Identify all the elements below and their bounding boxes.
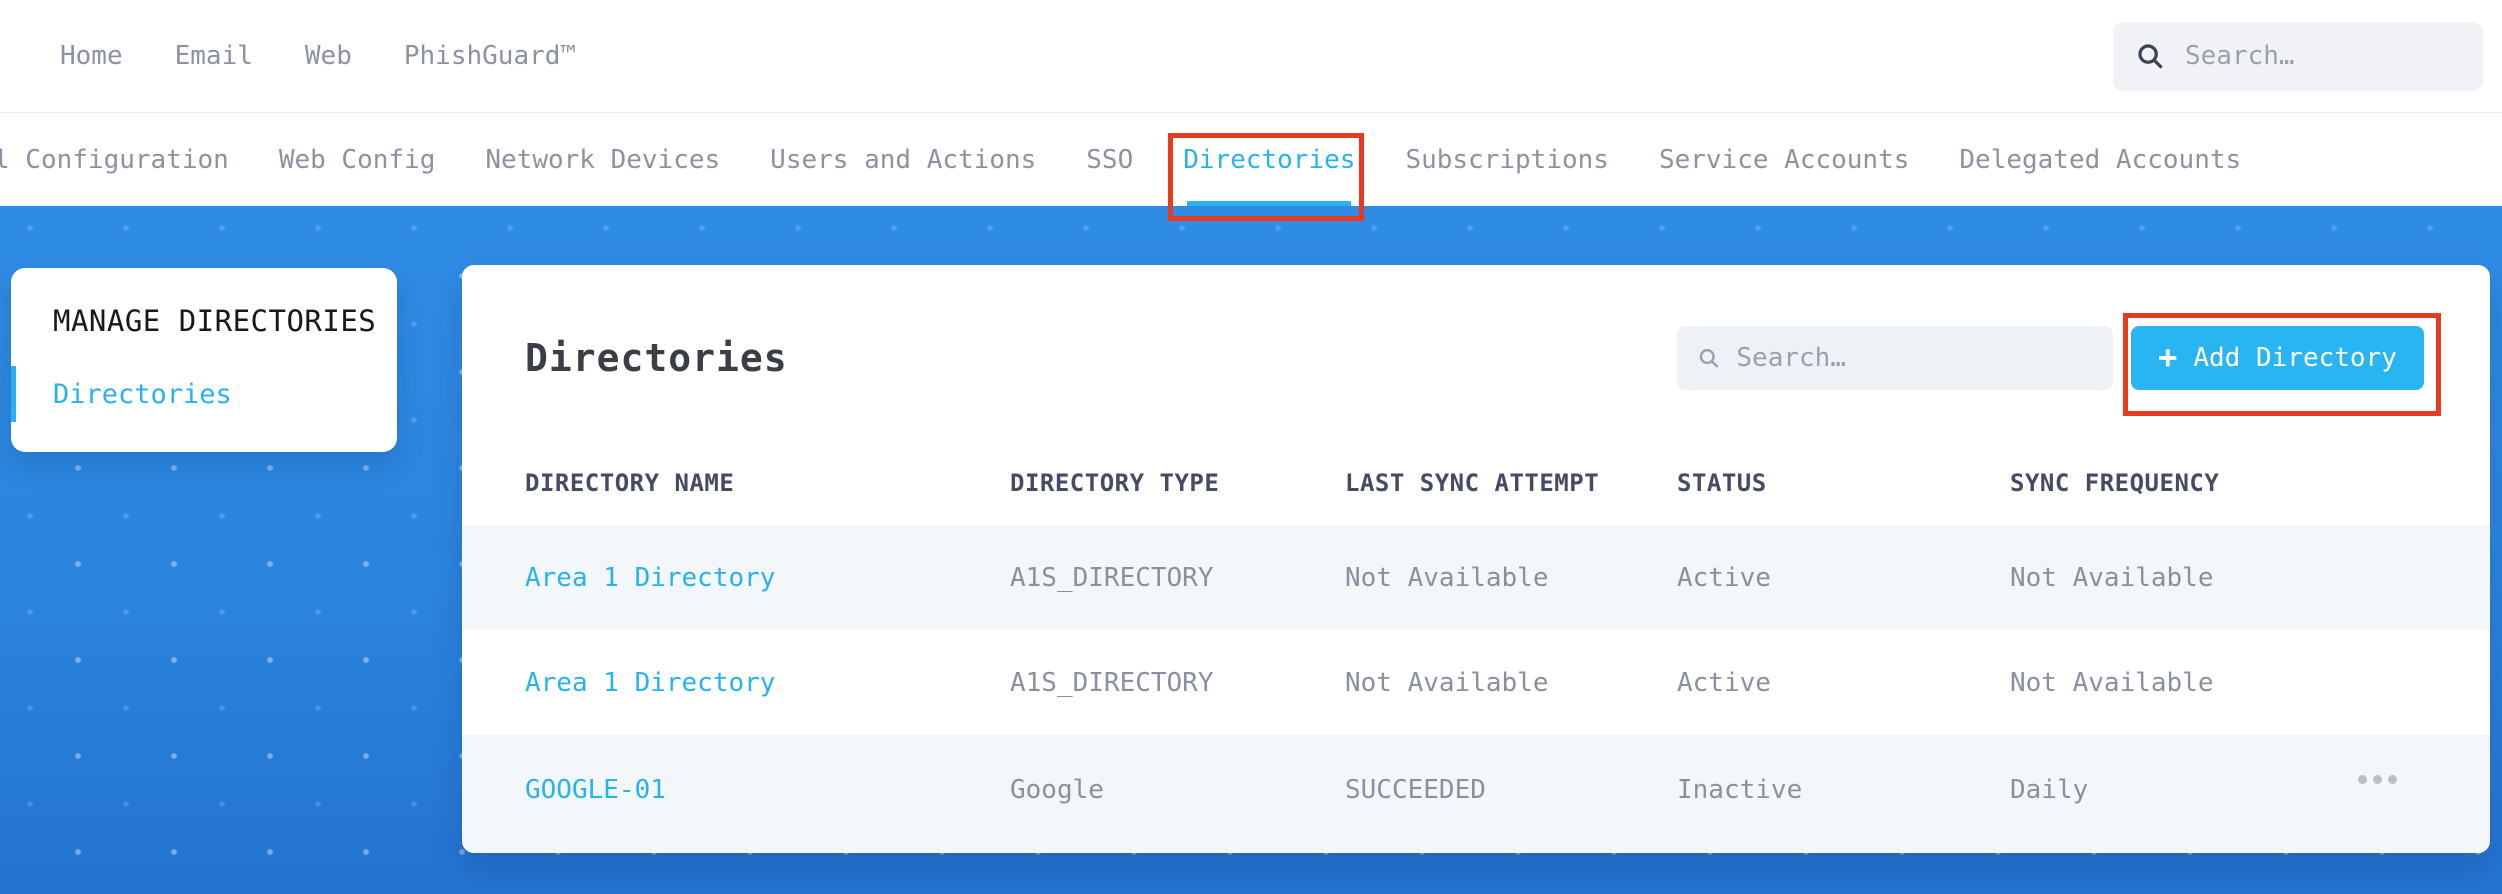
page-title: Directories [525, 335, 788, 380]
add-directory-button-label: Add Directory [2193, 342, 2397, 373]
directory-name-link[interactable]: Area 1 Directory [525, 668, 1010, 698]
last-sync-cell: Not Available [1345, 667, 1549, 698]
column-header-sync-frequency: SYNC FREQUENCY [2010, 468, 2220, 497]
column-header-directory-name: DIRECTORY NAME [525, 468, 735, 497]
search-icon [2138, 44, 2163, 69]
tab-network-devices[interactable]: Network Devices [485, 113, 720, 206]
last-sync-cell: SUCCEEDED [1345, 775, 1486, 805]
content-area: MANAGE DIRECTORIES Directories Directori… [0, 206, 2502, 894]
settings-tab-bar: l Configuration Web Config Network Devic… [0, 112, 2502, 206]
status-cell: Active [1677, 667, 1771, 698]
tab-email-configuration[interactable]: l Configuration [0, 113, 229, 206]
column-header-status: STATUS [1677, 468, 1767, 497]
manage-directories-title: MANAGE DIRECTORIES [53, 304, 377, 338]
directory-type-cell: Google [1010, 775, 1104, 805]
sync-frequency-cell: Not Available [2010, 562, 2214, 593]
directories-table: DIRECTORY NAME DIRECTORY TYPE LAST SYNC … [462, 440, 2490, 853]
table-row: Area 1 Directory A1S_DIRECTORY Not Avail… [462, 525, 2490, 630]
tab-web-config[interactable]: Web Config [279, 113, 436, 206]
directory-name-link[interactable]: Area 1 Directory [525, 563, 1010, 593]
sync-frequency-cell: Not Available [2010, 667, 2214, 698]
last-sync-cell: Not Available [1345, 562, 1549, 593]
top-navigation: Home Email Web PhishGuard™ [0, 0, 2502, 112]
sidebar-item-directories[interactable]: Directories [11, 366, 397, 422]
tab-subscriptions[interactable]: Subscriptions [1405, 113, 1609, 206]
tab-users-and-actions[interactable]: Users and Actions [770, 113, 1036, 206]
table-row: GOOGLE-01 Google SUCCEEDED Inactive Dail… [462, 735, 2490, 853]
directory-type-cell: A1S_DIRECTORY [1010, 562, 1214, 593]
sidebar-item-directories-label: Directories [53, 378, 232, 410]
plus-icon: + [2158, 337, 2178, 376]
global-search-input[interactable] [2185, 41, 2461, 71]
directory-name-link[interactable]: GOOGLE-01 [525, 775, 1010, 805]
table-header-row: DIRECTORY NAME DIRECTORY TYPE LAST SYNC … [462, 440, 2490, 525]
status-cell: Inactive [1677, 775, 1803, 805]
global-search-box[interactable] [2113, 21, 2483, 91]
column-header-directory-type: DIRECTORY TYPE [1010, 468, 1220, 497]
tab-service-accounts[interactable]: Service Accounts [1659, 113, 1909, 206]
directories-search-box[interactable] [1677, 325, 2113, 390]
directories-search-input[interactable] [1736, 342, 2093, 373]
topnav-item-email[interactable]: Email [175, 41, 253, 71]
status-cell: Active [1677, 562, 1771, 593]
sync-frequency-cell: Daily [2010, 775, 2089, 805]
row-actions-menu-icon[interactable] [2358, 775, 2410, 784]
tab-sso[interactable]: SSO [1086, 113, 1133, 206]
directory-type-cell: A1S_DIRECTORY [1010, 667, 1214, 698]
panel-header: Directories + Add Directory [462, 265, 2490, 440]
table-row: Area 1 Directory A1S_DIRECTORY Not Avail… [462, 630, 2490, 735]
tab-directories[interactable]: Directories [1183, 113, 1355, 206]
search-icon [1699, 348, 1719, 367]
tab-delegated-accounts[interactable]: Delegated Accounts [1959, 113, 2241, 206]
manage-directories-card: MANAGE DIRECTORIES Directories [11, 268, 397, 452]
topnav-item-home[interactable]: Home [60, 41, 123, 71]
topnav-item-phishguard[interactable]: PhishGuard™ [404, 41, 576, 71]
page: Home Email Web PhishGuard™ l Configurati… [0, 0, 2502, 894]
add-directory-button[interactable]: + Add Directory [2131, 325, 2424, 390]
directories-panel: Directories + Add Directory DIRECTORY NA… [462, 265, 2490, 853]
topnav-item-web[interactable]: Web [305, 41, 352, 71]
column-header-last-sync-attempt: LAST SYNC ATTEMPT [1345, 468, 1600, 497]
